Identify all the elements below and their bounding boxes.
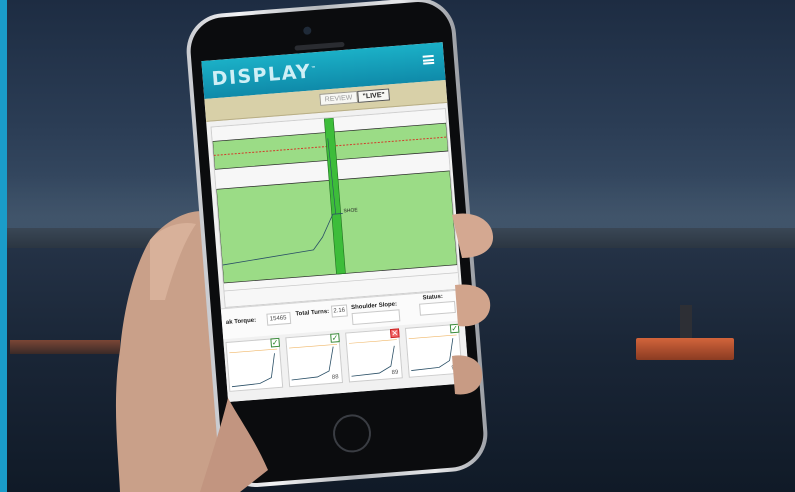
hand-fingers [200, 213, 494, 492]
